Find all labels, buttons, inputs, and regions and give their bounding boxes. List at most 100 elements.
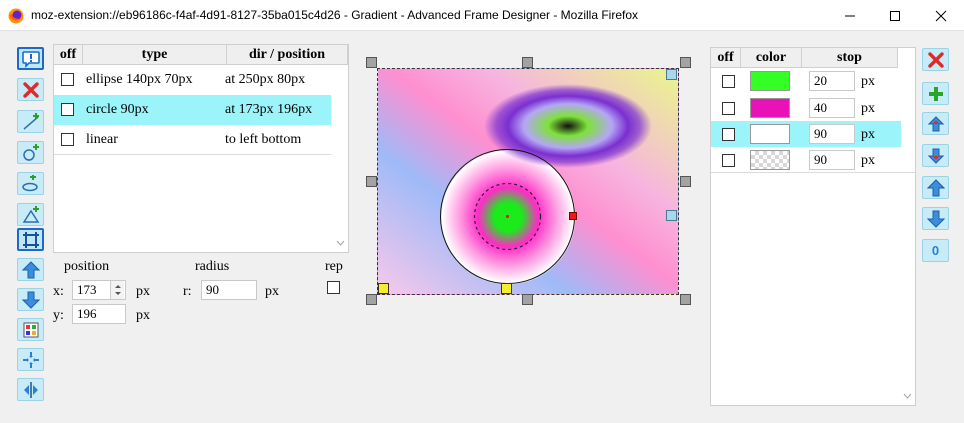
color-stop-row[interactable]: 90 px <box>711 147 915 173</box>
color-stop-row[interactable]: 20 px <box>711 68 915 95</box>
stop-off-checkbox[interactable] <box>722 75 735 88</box>
x-stepper[interactable] <box>110 281 124 299</box>
reset-zero-button[interactable]: 0 <box>922 239 949 262</box>
transparent-color-swatch[interactable] <box>750 150 790 170</box>
resize-handle-top-right[interactable] <box>680 57 691 68</box>
stop-off-checkbox[interactable] <box>722 128 735 141</box>
color-swatch[interactable] <box>750 98 790 118</box>
move-layer-up-button[interactable] <box>17 258 44 281</box>
layer-position: at 173px 196px <box>225 102 313 117</box>
firefox-icon <box>8 8 24 24</box>
resize-handle-right[interactable] <box>680 176 691 187</box>
y-label: y: <box>53 308 64 323</box>
resize-handle-left[interactable] <box>366 176 377 187</box>
x-unit: px <box>136 284 150 299</box>
color-stop-row-selected[interactable]: 90 px <box>711 121 901 147</box>
close-window-button[interactable] <box>918 0 964 31</box>
stop-down-button[interactable] <box>922 207 949 230</box>
color-swatch[interactable] <box>750 124 790 144</box>
gradient-side-handle[interactable] <box>666 210 677 221</box>
radius-handle[interactable] <box>569 212 577 220</box>
delete-stop-button[interactable] <box>922 48 949 71</box>
close-icon <box>935 10 947 21</box>
stop-off-checkbox[interactable] <box>722 154 735 167</box>
scroll-down-icon <box>903 393 912 399</box>
frame-icon <box>22 231 39 248</box>
stop-input[interactable]: 90 <box>809 150 855 170</box>
radius-label: radius <box>195 259 230 274</box>
arrow-up-icon <box>21 260 40 278</box>
x-label: x: <box>53 284 64 299</box>
rep-label: rep <box>325 259 343 274</box>
stop-input[interactable]: 20 <box>809 71 855 91</box>
layer-row[interactable]: linear to left bottom <box>54 125 331 155</box>
resize-handle-bottom-left[interactable] <box>366 294 377 305</box>
layer-off-checkbox[interactable] <box>61 103 74 116</box>
red-x-icon <box>22 81 39 98</box>
frame-button[interactable] <box>17 228 44 251</box>
y-unit: px <box>136 308 150 323</box>
layer-row[interactable]: ellipse 140px 70px at 250px 80px <box>54 65 331 95</box>
palette-button[interactable] <box>17 318 44 341</box>
stop-unit: px <box>861 101 875 116</box>
add-stop-button[interactable] <box>922 82 949 105</box>
stop-input[interactable]: 40 <box>809 98 855 118</box>
title-bar: moz-extension://eb96186c-f4af-4d91-8127-… <box>0 0 964 31</box>
move-layer-down-button[interactable] <box>17 288 44 311</box>
radius-input[interactable]: 90 <box>201 280 257 300</box>
column-header-dir-position: dir / position <box>227 45 348 65</box>
flip-horizontal-icon <box>23 381 38 398</box>
delete-layer-button[interactable] <box>17 78 44 101</box>
color-stop-row[interactable]: 40 px <box>711 95 915 121</box>
stop-value: 90 <box>814 152 827 167</box>
minimize-button[interactable] <box>827 0 873 31</box>
layer-row-selected[interactable]: circle 90px at 173px 196px <box>54 95 331 125</box>
column-header-stop-off: off <box>711 48 741 68</box>
repeat-checkbox[interactable] <box>327 281 340 294</box>
red-x-icon <box>927 51 944 68</box>
move-stop-up-button[interactable] <box>922 112 949 135</box>
stop-up-button[interactable] <box>922 176 949 199</box>
stop-unit: px <box>861 127 875 142</box>
arrow-up-icon <box>926 178 945 196</box>
add-circle-button[interactable] <box>17 141 44 164</box>
add-linear-button[interactable] <box>17 110 44 133</box>
info-speech-icon <box>21 50 40 68</box>
add-conic-button[interactable] <box>17 203 44 226</box>
window-title: moz-extension://eb96186c-f4af-4d91-8127-… <box>31 8 638 22</box>
layer-off-checkbox[interactable] <box>61 133 74 146</box>
maximize-button[interactable] <box>872 0 918 31</box>
stop-off-checkbox[interactable] <box>722 102 735 115</box>
info-button[interactable] <box>17 47 44 70</box>
flip-button[interactable] <box>17 378 44 401</box>
r-unit: px <box>265 284 279 299</box>
stop-input[interactable]: 90 <box>809 124 855 144</box>
column-header-color: color <box>741 48 802 68</box>
add-ellipse-icon <box>21 174 38 191</box>
resize-handle-top[interactable] <box>522 57 533 68</box>
stops-scrollbar[interactable] <box>900 68 915 405</box>
circle-center-handle[interactable] <box>501 283 512 294</box>
column-header-off: off <box>54 45 83 65</box>
color-swatch[interactable] <box>750 71 790 91</box>
stop-value: 90 <box>814 126 827 141</box>
layer-off-checkbox[interactable] <box>61 73 74 86</box>
resize-handle-top-left[interactable] <box>366 57 377 68</box>
layers-scrollbar[interactable] <box>333 65 348 252</box>
gradient-start-handle[interactable] <box>378 283 389 294</box>
stop-value: 20 <box>814 73 827 88</box>
move-stop-down-button[interactable] <box>922 144 949 167</box>
add-circle-icon <box>22 143 39 161</box>
gradient-canvas[interactable] <box>377 68 679 295</box>
add-conic-icon <box>22 205 39 223</box>
palette-icon <box>23 322 38 337</box>
r-label: r: <box>183 284 192 299</box>
arrow-down-icon <box>21 291 40 309</box>
resize-handle-bottom[interactable] <box>522 294 533 305</box>
resize-handle-bottom-right[interactable] <box>680 294 691 305</box>
add-ellipse-button[interactable] <box>17 172 44 195</box>
gradient-corner-handle[interactable] <box>666 69 677 80</box>
circle-guides <box>440 149 575 284</box>
center-button[interactable] <box>17 348 44 371</box>
y-position-input[interactable]: 196 <box>72 304 126 324</box>
